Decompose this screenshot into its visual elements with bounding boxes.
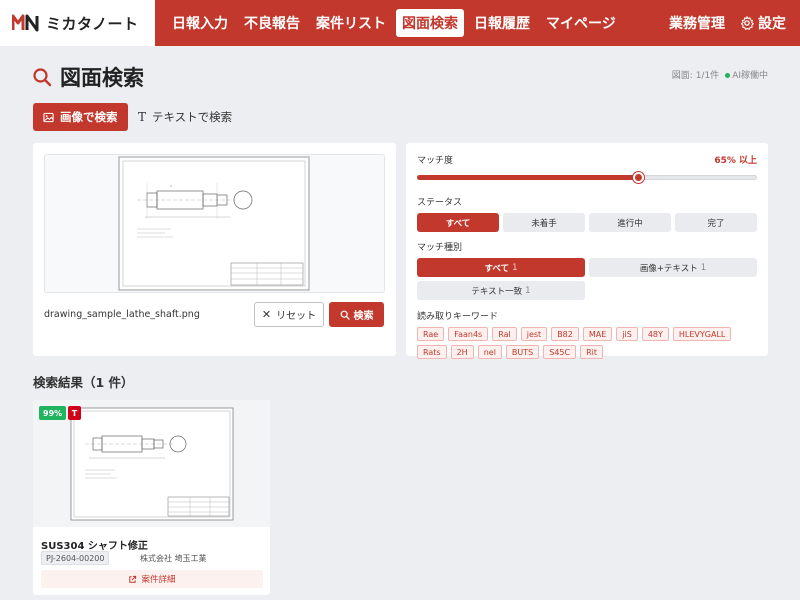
nav-daily-report-input[interactable]: 日報入力: [166, 9, 234, 37]
nav-admin[interactable]: 業務管理: [669, 9, 725, 37]
match-type-all[interactable]: すべて 1: [417, 258, 585, 277]
keyword-tag[interactable]: MAE: [582, 327, 613, 341]
results-title: 検索結果（1 件）: [33, 375, 134, 390]
match-rate-value: 65% 以上: [714, 156, 757, 166]
company-name: 株式会社 埼玉工業: [140, 554, 207, 563]
status-label: ステータス: [417, 195, 757, 208]
page-header: 図面検索: [32, 62, 144, 92]
uploaded-filename: drawing_sample_lathe_shaft.png: [44, 309, 200, 320]
keywords-label-text: 読み取りキーワード: [417, 312, 499, 322]
main-nav: 日報入力 不良報告 案件リスト 図面検索 日報履歴 マイページ: [166, 9, 622, 37]
page-meta: 図面: 1/1件 AI稼働中: [672, 68, 768, 81]
search-icon: [340, 310, 350, 320]
match-type-all-label: すべて: [484, 263, 510, 274]
filter-panel: マッチ度 65% 以上 ステータス すべて 未着手 進行中 完了 マッチ種別 す…: [406, 143, 768, 359]
nav-drawing-search[interactable]: 図面検索: [396, 9, 464, 37]
text-icon: T: [138, 110, 147, 124]
tab-text-search[interactable]: T テキストで検索: [128, 103, 242, 131]
match-rate-row: マッチ度 65% 以上: [417, 153, 757, 166]
keyword-tag[interactable]: B82: [551, 327, 579, 341]
ai-status: AI稼働中: [725, 68, 768, 81]
keyword-tag[interactable]: Rit: [580, 345, 603, 359]
keyword-tag[interactable]: BUTS: [505, 345, 540, 359]
nav-my-page[interactable]: マイページ: [540, 9, 622, 37]
project-code: PJ-2604-00200: [41, 551, 110, 565]
slider-handle[interactable]: [633, 172, 644, 183]
status-label-text: ステータス: [417, 198, 463, 208]
status-option-done[interactable]: 完了: [675, 213, 757, 232]
search-button-label: 検索: [353, 311, 374, 322]
external-link-icon: [129, 575, 137, 583]
ai-status-label: AI稼働中: [732, 71, 768, 81]
text-match-badge: T: [68, 406, 81, 420]
status-dot-icon: [725, 73, 731, 78]
keyword-tag[interactable]: jiS: [616, 327, 638, 341]
nav-report-history[interactable]: 日報履歴: [468, 9, 536, 37]
keyword-tag[interactable]: Ral: [492, 327, 517, 341]
match-type-label: マッチ種別: [417, 240, 757, 253]
brand-logo[interactable]: ミカタノート: [0, 0, 155, 46]
tab-image-search[interactable]: 画像で検索: [33, 103, 128, 131]
top-nav-bar: ミカタノート 日報入力 不良報告 案件リスト 図面検索 日報履歴 マイページ 業…: [0, 0, 800, 46]
match-type-image-text[interactable]: 画像+テキスト 1: [589, 258, 757, 277]
status-option-all[interactable]: すべて: [417, 213, 499, 232]
image-icon: [43, 112, 54, 122]
drawing-count: 図面: 1/1件: [671, 71, 720, 81]
search-button[interactable]: 検索: [329, 302, 384, 327]
keywords-label: 読み取りキーワード: [417, 309, 757, 322]
close-icon: ✕: [261, 308, 272, 321]
tab-image-search-label: 画像で検索: [60, 110, 118, 124]
match-type-label-text: マッチ種別: [417, 243, 463, 253]
keyword-tag[interactable]: 2H: [450, 345, 474, 359]
keyword-tag[interactable]: Rats: [417, 345, 447, 359]
status-filter: すべて 未着手 進行中 完了: [417, 213, 757, 232]
match-rate-slider[interactable]: [417, 172, 757, 183]
match-rate-label: マッチ度: [417, 156, 454, 166]
brand-name: ミカタノート: [46, 14, 139, 33]
keyword-tags: Rae Faan4s Ral jest B82 MAE jiS 48Y HLEVYGALL Rat…: [417, 327, 757, 359]
match-score-badge: 99%: [39, 406, 67, 420]
status-option-in-progress[interactable]: 進行中: [589, 213, 671, 232]
match-type-text-only-count: 1: [525, 285, 531, 296]
result-card[interactable]: 99% T SUS304 シャフト修正 PJ-2604-00200 株式会社 埼…: [33, 400, 270, 595]
keyword-tag[interactable]: jest: [520, 327, 548, 341]
match-type-filter: すべて 1 画像+テキスト 1 テキスト一致 1: [417, 258, 757, 300]
keyword-tag[interactable]: 48Y: [641, 327, 669, 341]
keyword-tag[interactable]: S45C: [543, 345, 577, 359]
nav-settings[interactable]: 設定: [739, 9, 786, 37]
drawing-thumbnail: ⌀: [118, 156, 310, 291]
match-type-text-only-label: テキスト一致: [471, 286, 523, 297]
brand-logo-icon: [12, 14, 39, 32]
slider-fill: [417, 175, 638, 180]
svg-text:⌀: ⌀: [170, 184, 172, 188]
nav-right: 業務管理 設定: [669, 9, 786, 37]
nav-defect-report[interactable]: 不良報告: [238, 9, 306, 37]
status-option-not-started[interactable]: 未着手: [503, 213, 585, 232]
match-type-image-text-label: 画像+テキスト: [639, 263, 698, 274]
nav-project-list[interactable]: 案件リスト: [310, 9, 392, 37]
gear-icon: [740, 16, 754, 30]
tab-text-search-label: テキストで検索: [152, 110, 233, 124]
keyword-tag[interactable]: Faan4s: [448, 327, 489, 341]
reset-button[interactable]: ✕ リセット: [254, 302, 324, 327]
match-type-image-text-count: 1: [700, 262, 707, 273]
match-type-all-count: 1: [512, 262, 518, 273]
drawing-preview[interactable]: ⌀: [44, 154, 385, 293]
project-detail-label: 案件詳細: [141, 575, 176, 585]
page-title: 図面検索: [60, 66, 144, 90]
search-icon: [33, 68, 52, 87]
nav-settings-label: 設定: [758, 16, 786, 32]
result-title: SUS304 シャフト修正: [41, 541, 148, 552]
keyword-tag[interactable]: HLEVYGALL: [672, 327, 732, 341]
project-detail-button[interactable]: 案件詳細: [41, 570, 263, 588]
reset-button-label: リセット: [276, 311, 317, 322]
match-type-text-only[interactable]: テキスト一致 1: [417, 281, 585, 300]
keyword-tag[interactable]: Rae: [417, 327, 445, 341]
keyword-tag[interactable]: nel: [477, 345, 502, 359]
